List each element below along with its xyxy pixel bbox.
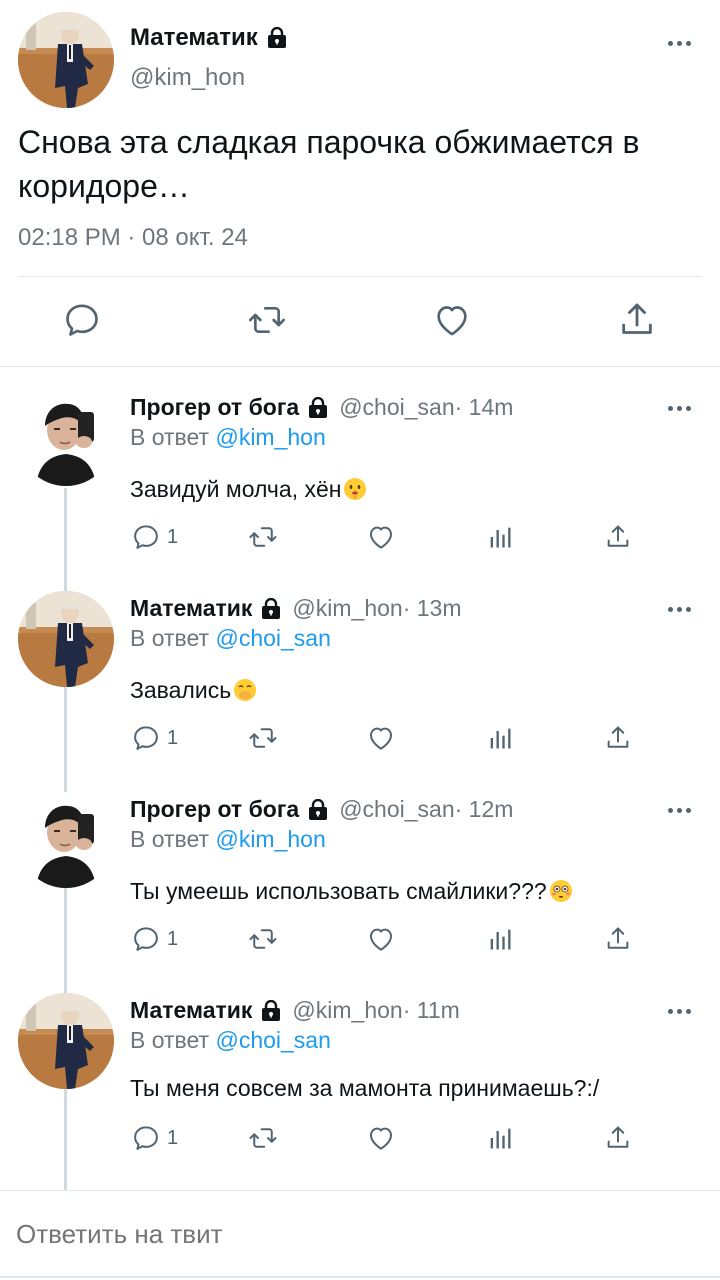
author-handle[interactable]: @kim_hon: [292, 997, 402, 1024]
replying-to: В ответ @choi_san: [130, 1027, 331, 1054]
reply-button[interactable]: 1: [131, 723, 178, 753]
analytics-icon[interactable]: [486, 924, 514, 954]
like-icon[interactable]: [366, 924, 396, 954]
author-name[interactable]: Математик: [130, 997, 252, 1024]
like-icon[interactable]: [366, 522, 396, 552]
lock-icon: [260, 598, 282, 620]
reply-text: Ты умеешь использовать смайлики???: [130, 878, 573, 905]
share-icon[interactable]: [604, 924, 632, 954]
reply-icon: [131, 1123, 161, 1153]
reply-composer: [0, 1190, 720, 1280]
author-name[interactable]: Математик: [130, 595, 252, 622]
reply-count: 1: [167, 726, 179, 749]
reply-button[interactable]: 1: [131, 1123, 178, 1153]
reply-icon: [131, 924, 161, 954]
analytics-icon[interactable]: [486, 1123, 514, 1153]
tweet-text: Снова эта сладкая парочка обжимается в к…: [18, 124, 640, 204]
hand-over-mouth-face-emoji-icon: [233, 678, 257, 702]
reply-text: Завидуй молча, хён: [130, 476, 367, 503]
more-options-icon[interactable]: [668, 39, 696, 47]
lock-icon: [307, 799, 329, 821]
share-icon[interactable]: [604, 723, 632, 753]
divider: [18, 276, 702, 277]
tweet-timestamp[interactable]: 02:18 PM · 08 окт. 24: [18, 224, 248, 252]
share-icon[interactable]: [604, 522, 632, 552]
reply-tweet[interactable]: Прогер от бога @choi_san · 14m В ответ @…: [0, 366, 720, 566]
reply-count: 1: [167, 1126, 179, 1149]
reply-icon: [131, 723, 161, 753]
reply-tweet[interactable]: Математик @kim_hon · 13m В ответ @choi_s…: [0, 567, 720, 767]
reply-button[interactable]: 1: [131, 522, 178, 552]
reply-time: · 11m: [402, 997, 460, 1023]
reply-input[interactable]: [16, 1219, 616, 1250]
avatar[interactable]: [18, 591, 114, 687]
retweet-icon[interactable]: [247, 522, 279, 552]
replying-to-label: В ответ: [130, 424, 216, 450]
author-name[interactable]: Прогер от бога: [130, 796, 299, 823]
shushing-face-emoji-icon: [343, 477, 367, 501]
reply-icon[interactable]: [62, 300, 102, 340]
more-options-icon[interactable]: [668, 404, 696, 412]
reply-time: · 12m: [454, 796, 514, 822]
share-icon[interactable]: [604, 1123, 632, 1153]
author-name[interactable]: Прогер от бога: [130, 394, 299, 421]
reply-count: 1: [167, 927, 179, 950]
analytics-icon[interactable]: [486, 723, 514, 753]
reply-text-content: Завались: [130, 677, 232, 703]
reply-text: Завались: [130, 677, 257, 704]
avatar[interactable]: [18, 792, 114, 888]
replying-to-label: В ответ: [130, 625, 216, 651]
lock-icon: [260, 1000, 282, 1022]
more-options-icon[interactable]: [668, 1007, 696, 1015]
lock-icon: [307, 397, 329, 419]
author-handle[interactable]: @choi_san: [339, 394, 454, 421]
reply-count: 1: [167, 525, 179, 548]
replying-to-label: В ответ: [130, 826, 216, 852]
lock-icon: [266, 27, 288, 49]
author-name-row[interactable]: Математик: [130, 24, 288, 52]
reply-text-content: Завидуй молча, хён: [130, 476, 342, 502]
author-handle[interactable]: @choi_san: [339, 796, 454, 823]
like-icon[interactable]: [366, 1123, 396, 1153]
divider: [0, 1276, 720, 1278]
mention-link[interactable]: @kim_hon: [215, 826, 325, 852]
reply-tweet[interactable]: Прогер от бога @choi_san · 12m В ответ @…: [0, 768, 720, 968]
author-handle[interactable]: @kim_hon: [292, 595, 402, 622]
mention-link[interactable]: @choi_san: [215, 1027, 330, 1053]
reply-button[interactable]: 1: [131, 924, 178, 954]
share-icon[interactable]: [617, 300, 657, 340]
reply-header: Прогер от бога @choi_san · 12m: [130, 796, 513, 823]
retweet-icon[interactable]: [247, 300, 287, 340]
avatar[interactable]: [18, 390, 114, 486]
reply-header: Математик @kim_hon · 11m: [130, 997, 460, 1024]
reply-icon: [131, 522, 161, 552]
replying-to-label: В ответ: [130, 1027, 216, 1053]
reply-header: Математик @kim_hon · 13m: [130, 595, 462, 622]
replying-to: В ответ @kim_hon: [130, 424, 326, 451]
main-tweet: Математик @kim_hon Снова эта сладкая пар…: [0, 0, 720, 366]
reply-text-content: Ты умеешь использовать смайлики???: [130, 878, 547, 904]
mention-link[interactable]: @choi_san: [215, 625, 330, 651]
retweet-icon[interactable]: [247, 1123, 279, 1153]
replying-to: В ответ @choi_san: [130, 625, 331, 652]
like-icon[interactable]: [366, 723, 396, 753]
retweet-icon[interactable]: [247, 723, 279, 753]
more-options-icon[interactable]: [668, 806, 696, 814]
avatar[interactable]: [18, 12, 114, 108]
reply-header: Прогер от бога @choi_san · 14m: [130, 394, 513, 421]
reply-text: Ты меня совсем за мамонта принимаешь?:/: [130, 1075, 600, 1101]
like-icon[interactable]: [432, 300, 472, 340]
flushed-face-emoji-icon: [549, 879, 573, 903]
more-options-icon[interactable]: [668, 605, 696, 613]
avatar[interactable]: [18, 993, 114, 1089]
mention-link[interactable]: @kim_hon: [215, 424, 325, 450]
reply-time: · 13m: [402, 595, 462, 621]
retweet-icon[interactable]: [247, 924, 279, 954]
reply-time: · 14m: [454, 394, 514, 420]
reply-tweet[interactable]: Математик @kim_hon · 11m В ответ @choi_s…: [0, 969, 720, 1169]
author-name[interactable]: Математик: [130, 24, 258, 52]
author-handle[interactable]: @kim_hon: [130, 64, 245, 92]
replying-to: В ответ @kim_hon: [130, 826, 326, 853]
analytics-icon[interactable]: [486, 522, 514, 552]
